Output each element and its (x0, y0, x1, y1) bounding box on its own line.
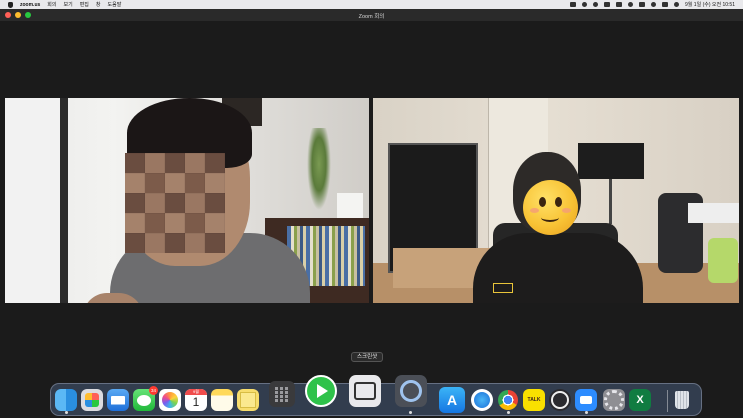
trash-icon[interactable] (671, 389, 693, 411)
messages-badge: 34 (149, 386, 158, 395)
quicktime-icon[interactable] (395, 375, 427, 407)
moon-icon[interactable] (593, 2, 599, 7)
window-title: Zoom 회의 (358, 14, 385, 20)
zoom-icon[interactable] (575, 389, 597, 411)
running-indicator (409, 411, 412, 414)
participant-video-1[interactable] (5, 98, 369, 303)
siri-icon[interactable] (674, 2, 680, 7)
wifi-icon[interactable] (639, 2, 646, 7)
calendar-icon[interactable]: 9월 1 (185, 389, 207, 411)
notes-icon[interactable] (211, 389, 233, 411)
menu-clock[interactable]: 9월 1일 (수) 오전 10:51 (685, 1, 735, 8)
display-icon[interactable] (604, 2, 611, 7)
obs-icon[interactable] (549, 389, 571, 411)
spotlight-icon[interactable] (651, 2, 657, 7)
excel-icon[interactable]: X (629, 389, 651, 411)
app-store-icon[interactable]: A (439, 387, 465, 413)
menu-bar: zoom.us 회의 보기 편집 창 도움말 9월 1일 (수) 오전 10:5… (0, 0, 743, 9)
window-titlebar[interactable]: Zoom 회의 (0, 9, 743, 21)
door (5, 98, 60, 303)
emoji-mouth (541, 213, 559, 222)
green-chair (708, 238, 738, 283)
menu-help[interactable]: 도움말 (108, 1, 122, 8)
control-center-icon[interactable] (662, 2, 669, 7)
plant (305, 128, 333, 218)
finder-icon[interactable] (55, 389, 77, 411)
tv-on-stand (578, 143, 644, 179)
smiley-emoji-icon (523, 180, 578, 235)
system-preferences-icon[interactable] (603, 389, 625, 411)
play-icon[interactable] (305, 375, 337, 407)
tv-stand (609, 179, 612, 224)
apple-icon[interactable] (8, 1, 13, 8)
emoji-left-eye (539, 197, 546, 207)
photos-icon[interactable] (159, 389, 181, 411)
door-frame (60, 98, 68, 303)
kakaotalk-icon[interactable]: TALK (523, 389, 545, 411)
emoji-right-eye (555, 197, 562, 207)
zoom-status-icon[interactable] (570, 2, 577, 7)
side-desk (688, 203, 739, 223)
mail-icon[interactable] (107, 389, 129, 411)
screenshot-icon[interactable] (349, 375, 381, 407)
safari-icon[interactable] (471, 389, 493, 411)
plant-pot (337, 193, 363, 218)
menu-window[interactable]: 창 (96, 1, 101, 8)
chrome-icon[interactable] (497, 389, 519, 411)
participant-video-2[interactable] (373, 98, 739, 303)
dock-tooltip: 스크린샷 (351, 352, 384, 362)
dock-separator (667, 390, 668, 412)
menu-app-name[interactable]: zoom.us (20, 2, 40, 8)
launchpad-icon[interactable] (81, 389, 103, 411)
volume-icon[interactable] (616, 2, 623, 7)
calculator-icon[interactable] (269, 381, 295, 407)
menu-edit[interactable]: 편집 (80, 1, 89, 8)
shirt-logo (493, 283, 513, 293)
emoji-left-cheek (530, 208, 539, 213)
messages-icon[interactable]: 34 (133, 386, 158, 411)
calendar-day: 1 (192, 395, 200, 409)
menu-view[interactable]: 보기 (63, 1, 72, 8)
pixelated-face (125, 153, 225, 253)
screen-record-icon[interactable] (582, 2, 588, 7)
emoji-right-cheek (562, 208, 571, 213)
menu-meeting[interactable]: 회의 (47, 1, 56, 8)
running-indicator (507, 411, 510, 414)
bluetooth-icon[interactable] (628, 2, 634, 7)
running-indicator (65, 411, 68, 414)
running-indicator (585, 411, 588, 414)
dock: 34 9월 1 A TALK X (50, 375, 702, 416)
stickies-icon[interactable] (237, 389, 259, 411)
